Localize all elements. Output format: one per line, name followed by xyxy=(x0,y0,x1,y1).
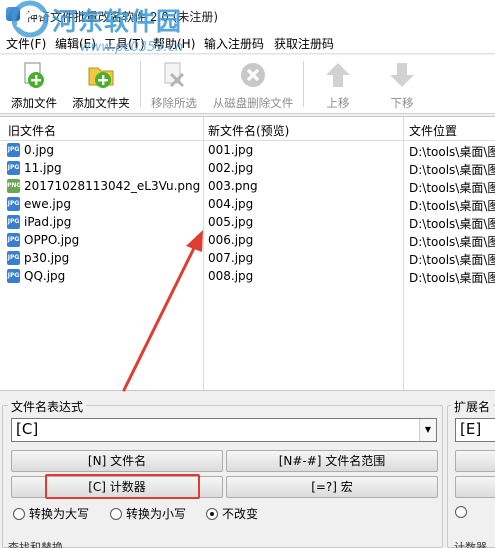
watermark-logo-icon xyxy=(11,0,49,38)
radio-circle xyxy=(455,506,467,518)
radio-lowercase[interactable]: 转换为小写 xyxy=(110,505,186,521)
add-folder-icon xyxy=(88,67,114,88)
extension-button[interactable] xyxy=(455,476,495,498)
old-filename-cell: QQ.jpg xyxy=(24,269,66,283)
watermark-text: 河东软件园 xyxy=(52,7,183,36)
jpg-file-icon: JPG xyxy=(7,251,20,265)
watermark-url: www.pc0359.cn xyxy=(80,40,184,55)
extension-radio[interactable] xyxy=(455,505,471,521)
new-filename-cell: 004.jpg xyxy=(208,197,254,211)
jpg-file-icon: JPG xyxy=(7,143,20,157)
move-up-icon xyxy=(326,63,350,87)
filename-expression-panel: 文件名表达式 [C] ▼ [N] 文件名 [N#-#] 文件名范围 [C] 计数… xyxy=(2,397,445,548)
find-replace-label: 查找和替换 xyxy=(8,541,63,548)
expression-value: [C] xyxy=(16,420,39,438)
new-filename-cell: 002.jpg xyxy=(208,161,254,175)
jpg-file-icon: JPG xyxy=(7,197,20,211)
remove-selected-icon xyxy=(164,62,185,88)
radio-circle-selected xyxy=(206,508,218,520)
old-filename-cell: ewe.jpg xyxy=(24,197,71,211)
filename-range-button[interactable]: [N#-#] 文件名范围 xyxy=(226,450,438,472)
add-folder-button[interactable]: 添加文件夹 xyxy=(66,55,136,113)
expression-input[interactable]: [C] ▼ xyxy=(11,418,437,442)
delete-from-disk-button[interactable]: 从磁盘删除文件 xyxy=(207,55,299,113)
menu-get-reg-code[interactable]: 获取注册码 xyxy=(274,35,334,52)
jpg-file-icon: JPG xyxy=(7,269,20,283)
file-list[interactable]: 旧文件名 新文件名(预览) 文件位置 JPG 0.jpg 001.jpg D:\too… xyxy=(0,116,495,391)
jpg-file-icon: JPG xyxy=(7,233,20,247)
move-up-button[interactable]: 上移 xyxy=(310,55,366,113)
col-header-old-name[interactable]: 旧文件名 xyxy=(8,122,56,139)
new-filename-cell: 008.jpg xyxy=(208,269,254,283)
new-filename-cell: 006.jpg xyxy=(208,233,254,247)
file-location-cell: D:\tools\桌面\图 xyxy=(409,163,495,177)
table-row[interactable]: JPG iPad.jpg 005.jpg D:\tools\桌面\图 xyxy=(0,213,495,231)
extension-panel: 扩展名 [E] xyxy=(447,397,495,548)
extension-title: 扩展名 xyxy=(451,398,494,415)
chevron-down-icon[interactable]: ▼ xyxy=(419,419,436,441)
radio-circle xyxy=(13,508,25,520)
add-folder-label: 添加文件夹 xyxy=(72,96,130,110)
table-row[interactable]: JPG p30.jpg 007.jpg D:\tools\桌面\图 xyxy=(0,249,495,267)
png-file-icon: PNG xyxy=(7,179,21,193)
jpg-file-icon: JPG xyxy=(7,215,20,229)
move-down-button[interactable]: 下移 xyxy=(374,55,430,113)
delete-from-disk-label: 从磁盘删除文件 xyxy=(212,96,294,110)
add-file-button[interactable]: 添加文件 xyxy=(4,55,64,113)
filename-token-button[interactable]: [N] 文件名 xyxy=(11,450,223,472)
toolbar-separator xyxy=(140,61,141,107)
file-location-cell: D:\tools\桌面\图 xyxy=(409,181,495,195)
old-filename-cell: iPad.jpg xyxy=(24,215,72,229)
col-header-location[interactable]: 文件位置 xyxy=(409,122,457,139)
file-location-cell: D:\tools\桌面\图 xyxy=(409,271,495,285)
radio-lowercase-label: 转换为小写 xyxy=(126,507,187,521)
old-filename-cell: 11.jpg xyxy=(24,161,62,175)
counter-section-label: 计数器 xyxy=(454,541,487,548)
counter-button-highlight xyxy=(45,474,200,499)
radio-no-change[interactable]: 不改变 xyxy=(206,505,258,521)
file-location-cell: D:\tools\桌面\图 xyxy=(409,217,495,231)
menu-enter-reg-code[interactable]: 输入注册码 xyxy=(204,35,264,52)
radio-uppercase[interactable]: 转换为大写 xyxy=(13,505,89,521)
table-row[interactable]: JPG 0.jpg 001.jpg D:\tools\桌面\图 xyxy=(0,141,495,159)
new-filename-cell: 005.jpg xyxy=(208,215,254,229)
remove-selected-button[interactable]: 移除所选 xyxy=(145,55,203,113)
add-file-icon xyxy=(24,62,44,88)
old-filename-cell: 0.jpg xyxy=(24,143,55,157)
move-down-icon xyxy=(390,63,414,87)
file-location-cell: D:\tools\桌面\图 xyxy=(409,235,495,249)
old-filename-cell: 20171028113042_eL3Vu.png xyxy=(24,179,201,193)
table-row[interactable]: JPG QQ.jpg 008.jpg D:\tools\桌面\图 xyxy=(0,267,495,285)
new-filename-cell: 007.jpg xyxy=(208,251,254,265)
move-down-label: 下移 xyxy=(390,96,414,110)
toolbar: 添加文件 添加文件夹 移除所选 从磁盘删除文件 上移 下移 xyxy=(0,55,495,114)
extension-input[interactable]: [E] xyxy=(455,418,495,442)
toolbar-separator xyxy=(303,61,304,107)
radio-no-change-label: 不改变 xyxy=(222,507,259,521)
new-filename-cell: 003.png xyxy=(208,179,258,193)
old-filename-cell: OPPO.jpg xyxy=(24,233,80,247)
add-file-label: 添加文件 xyxy=(11,96,57,110)
radio-uppercase-label: 转换为大写 xyxy=(29,507,90,521)
table-row[interactable]: PNG 20171028113042_eL3Vu.png 003.png D:\too… xyxy=(0,177,495,195)
file-location-cell: D:\tools\桌面\图 xyxy=(409,199,495,213)
table-row[interactable]: JPG OPPO.jpg 006.jpg D:\tools\桌面\图 xyxy=(0,231,495,249)
old-filename-cell: p30.jpg xyxy=(24,251,70,265)
radio-circle xyxy=(110,508,122,520)
new-filename-cell: 001.jpg xyxy=(208,143,254,157)
table-row[interactable]: JPG ewe.jpg 004.jpg D:\tools\桌面\图 xyxy=(0,195,495,213)
file-location-cell: D:\tools\桌面\图 xyxy=(409,253,495,267)
list-header: 旧文件名 新文件名(预览) 文件位置 xyxy=(0,117,495,141)
expression-title: 文件名表达式 xyxy=(8,398,87,415)
file-location-cell: D:\tools\桌面\图 xyxy=(409,145,495,159)
col-header-new-name[interactable]: 新文件名(预览) xyxy=(208,122,289,139)
macro-token-button[interactable]: [=?] 宏 xyxy=(226,476,438,498)
jpg-file-icon: JPG xyxy=(7,161,20,175)
extension-button[interactable] xyxy=(455,450,495,472)
remove-selected-label: 移除所选 xyxy=(151,96,197,110)
table-row[interactable]: JPG 11.jpg 002.jpg D:\tools\桌面\图 xyxy=(0,159,495,177)
extension-value: [E] xyxy=(460,420,482,438)
delete-from-disk-icon xyxy=(241,63,265,87)
move-up-label: 上移 xyxy=(326,96,350,110)
